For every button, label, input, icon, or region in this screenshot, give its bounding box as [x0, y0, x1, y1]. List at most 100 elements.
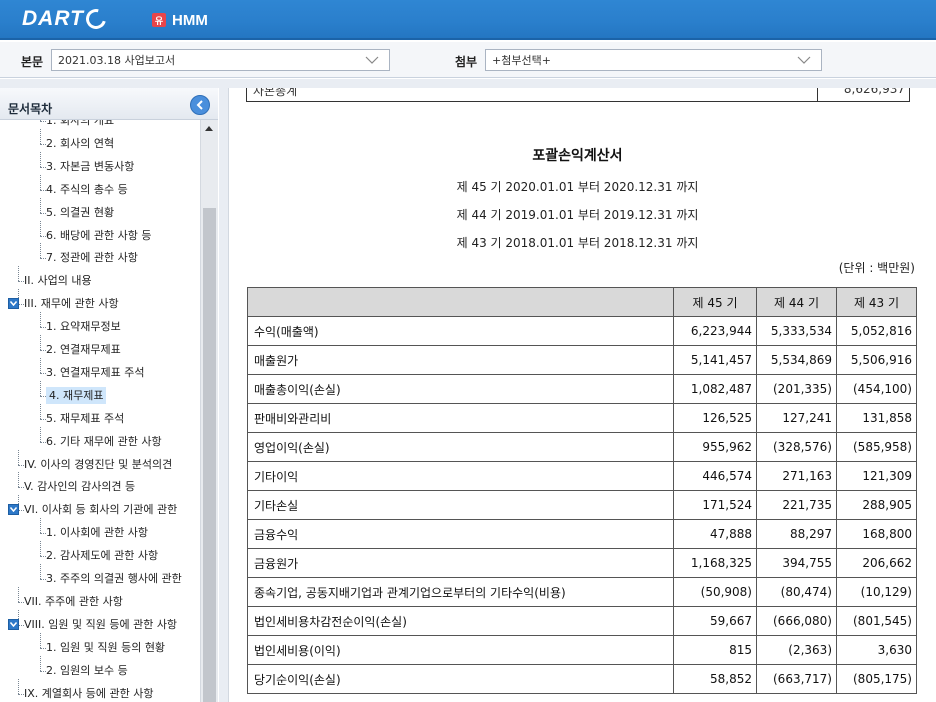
- toc-item-label: 1. 임원 및 직원 등의 현황: [46, 640, 166, 654]
- collapse-node-icon[interactable]: [8, 618, 19, 630]
- toc-item-label: II. 사업의 내용: [24, 274, 92, 288]
- toc-item-label: 3. 주주의 의결권 행사에 관한: [46, 572, 182, 585]
- toc-item[interactable]: 1. 요약재무정보: [40, 312, 121, 336]
- toc-item-label: 4. 주식의 총수 등: [46, 182, 128, 196]
- value-44: 5,333,534: [756, 316, 837, 346]
- row-label: 매출원가: [247, 345, 674, 375]
- value-43: 121,309: [836, 461, 917, 491]
- toc-item[interactable]: III. 재무에 관한 사항: [18, 289, 119, 313]
- toc-item[interactable]: 3. 자본금 변동사항: [40, 151, 135, 176]
- toc-item[interactable]: VIII. 임원 및 직원 등에 관한 사항: [18, 609, 177, 634]
- toc-item[interactable]: 1. 임원 및 직원 등의 현황: [40, 632, 166, 657]
- value-45: 58,852: [673, 664, 757, 694]
- main-doc-select[interactable]: 2021.03.18 사업보고서: [51, 49, 390, 71]
- toc-item[interactable]: 3. 연결재무제표 주석: [40, 357, 145, 382]
- toc-item[interactable]: IX. 계열회사 등에 관한 사항: [18, 678, 154, 702]
- scroll-up-icon[interactable]: [205, 126, 213, 131]
- toc-item[interactable]: 5. 재무제표 주석: [40, 403, 124, 428]
- toc-item[interactable]: II. 사업의 내용: [18, 266, 92, 290]
- main-doc-value: 2021.03.18 사업보고서: [58, 54, 176, 67]
- value-44: (666,080): [756, 606, 837, 636]
- toc-item-label: IX. 계열회사 등에 관한 사항: [24, 686, 154, 700]
- toc-item-label: 5. 의결권 현황: [46, 205, 115, 219]
- table-row: 기타손실 171,524 221,735 288,905: [247, 490, 917, 520]
- dart-logo[interactable]: DART: [22, 5, 110, 33]
- toc-item-label: V. 감사인의 감사의견 등: [24, 480, 136, 494]
- tree-connector: [18, 693, 24, 695]
- toc-item-label: 4. 재무제표: [46, 386, 107, 404]
- toc-item-label: 3. 자본금 변동사항: [46, 159, 135, 173]
- tree-connector: [18, 472, 19, 488]
- table-row: 매출총이익(손실) 1,082,487 (201,335) (454,100): [247, 374, 917, 404]
- main-doc-label: 본문: [21, 55, 44, 69]
- value-44: 5,534,869: [756, 345, 837, 375]
- value-45: 59,667: [673, 606, 757, 636]
- tree-connector: [40, 647, 46, 649]
- toc-scrollbar[interactable]: [200, 120, 218, 702]
- toc-item[interactable]: V. 감사인의 감사의견 등: [18, 472, 136, 496]
- period-44: 제 44 기 2019.01.01 부터 2019.12.31 까지: [456, 208, 699, 222]
- toc-item[interactable]: 5. 의결권 현황: [40, 197, 115, 222]
- collapse-node-icon[interactable]: [8, 504, 19, 516]
- toc-item[interactable]: 1. 회사의 개요: [40, 120, 114, 130]
- toc-item[interactable]: IV. 이사의 경영진단 및 분석의견: [18, 449, 173, 474]
- tree-connector: [40, 564, 41, 579]
- attachment-value: +첨부선택+: [492, 54, 551, 67]
- toc-item-label: 3. 연결재무제표 주석: [46, 365, 145, 379]
- value-44: 271,163: [756, 461, 837, 491]
- toc-item[interactable]: 3. 주주의 의결권 행사에 관한: [40, 564, 182, 588]
- row-label: 기타손실: [247, 490, 674, 520]
- toc-item-label: VII. 주주에 관한 사항: [24, 594, 123, 608]
- table-row: 금융원가 1,168,325 394,755 206,662: [247, 548, 917, 578]
- market-badge: 유: [152, 13, 166, 27]
- value-43: (805,175): [836, 664, 917, 694]
- value-44: (2,363): [756, 635, 837, 665]
- value-45: (50,908): [673, 577, 757, 607]
- company-title: 유 HMM: [152, 10, 208, 30]
- period-43: 제 43 기 2018.01.01 부터 2018.12.31 까지: [456, 236, 699, 250]
- toc-item[interactable]: 2. 감사제도에 관한 사항: [40, 541, 159, 565]
- toc-item[interactable]: 2. 연결재무제표: [40, 335, 121, 359]
- period-45: 제 45 기 2020.01.01 부터 2020.12.31 까지: [456, 180, 699, 194]
- toc-item[interactable]: 6. 기타 재무에 관한 사항: [40, 426, 162, 451]
- document-select-bar: 본문 2021.03.18 사업보고서 첨부 +첨부선택+: [0, 42, 936, 78]
- toc-item[interactable]: 2. 임원의 보수 등: [40, 655, 128, 680]
- tree-connector: [40, 418, 46, 420]
- tree-connector: [18, 449, 19, 465]
- table-row: 법인세비용(이익) 815 (2,363) 3,630: [247, 635, 917, 665]
- tree-connector: [40, 174, 41, 190]
- value-43: 206,662: [836, 548, 917, 578]
- toc-item[interactable]: 4. 주식의 총수 등: [40, 174, 128, 199]
- toc-item-label: 2. 감사제도에 관한 사항: [46, 549, 159, 563]
- prev-row-label: 자본총계: [253, 88, 298, 98]
- value-45: 446,574: [673, 461, 757, 491]
- toc-item[interactable]: 4. 재무제표: [40, 380, 107, 405]
- toc-sidebar: 문서목차 1. 회사의 개요 2. 회사의 연혁 3. 자본금 변동사항 4. 주식의…: [0, 88, 218, 702]
- chevron-down-icon: [797, 56, 811, 64]
- tree-connector: [40, 327, 46, 329]
- tree-connector: [40, 403, 41, 419]
- value-43: (454,100): [836, 374, 917, 404]
- header-cell-45: 제 45 기: [673, 287, 757, 317]
- attachment-select[interactable]: +첨부선택+: [485, 49, 822, 71]
- value-44: 88,297: [756, 519, 837, 549]
- row-label: 영업이익(손실): [247, 432, 674, 462]
- collapse-node-icon[interactable]: [8, 298, 19, 310]
- toc-item-label: IV. 이사의 경영진단 및 분석의견: [24, 457, 173, 471]
- logo-swoosh-icon: [82, 5, 110, 33]
- tree-connector: [40, 258, 46, 260]
- value-43: 131,858: [836, 403, 917, 433]
- table-row: 기타이익 446,574 271,163 121,309: [247, 461, 917, 491]
- toc-item[interactable]: 2. 회사의 연혁: [40, 128, 115, 153]
- toc-item[interactable]: 6. 배당에 관한 사항 등: [40, 220, 151, 245]
- toc-item[interactable]: 1. 이사회에 관한 사항: [40, 518, 148, 542]
- toc-item[interactable]: 7. 정관에 관한 사항: [40, 243, 138, 267]
- scroll-thumb[interactable]: [203, 208, 216, 702]
- toc-item[interactable]: VI. 이사회 등 회사의 기관에 관한: [18, 495, 177, 519]
- table-row: 법인세비용차감전순이익(손실) 59,667 (666,080) (801,545): [247, 606, 917, 636]
- value-43: 168,800: [836, 519, 917, 549]
- toc-item[interactable]: VII. 주주에 관한 사항: [18, 586, 123, 611]
- toc-item-label: III. 재무에 관한 사항: [24, 297, 119, 311]
- toc-item-label: 2. 회사의 연혁: [46, 136, 115, 150]
- collapse-sidebar-button[interactable]: [190, 95, 210, 115]
